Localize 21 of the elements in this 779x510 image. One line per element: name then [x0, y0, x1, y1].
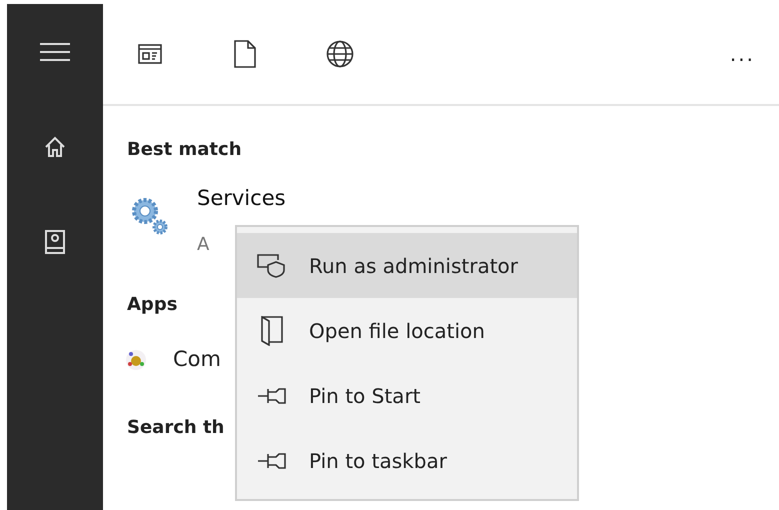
menu-item[interactable]: Pin to taskbar [237, 428, 577, 493]
more-button[interactable]: ... [724, 38, 761, 70]
shield-window-icon [257, 254, 287, 278]
result-subtitle: A [197, 233, 210, 257]
section-heading: Best match [126, 138, 243, 162]
menu-item[interactable]: Run as administrator [237, 233, 577, 298]
section-heading: Search th [126, 416, 226, 440]
globe-icon [326, 40, 354, 68]
menu-icon [40, 42, 70, 62]
menu-item[interactable]: Pin to Start [237, 363, 577, 428]
window-icon [138, 44, 162, 64]
pin-icon [257, 386, 287, 404]
app-icon [125, 348, 147, 371]
portrait-icon [45, 230, 65, 254]
pin-icon [257, 452, 287, 470]
menu-item[interactable]: Open file location [237, 298, 577, 363]
app-result[interactable]: Com [173, 344, 221, 376]
result-title[interactable]: Services [197, 185, 286, 211]
section-heading: Apps [126, 293, 178, 317]
home-icon [44, 136, 66, 158]
document-icon [234, 40, 256, 68]
